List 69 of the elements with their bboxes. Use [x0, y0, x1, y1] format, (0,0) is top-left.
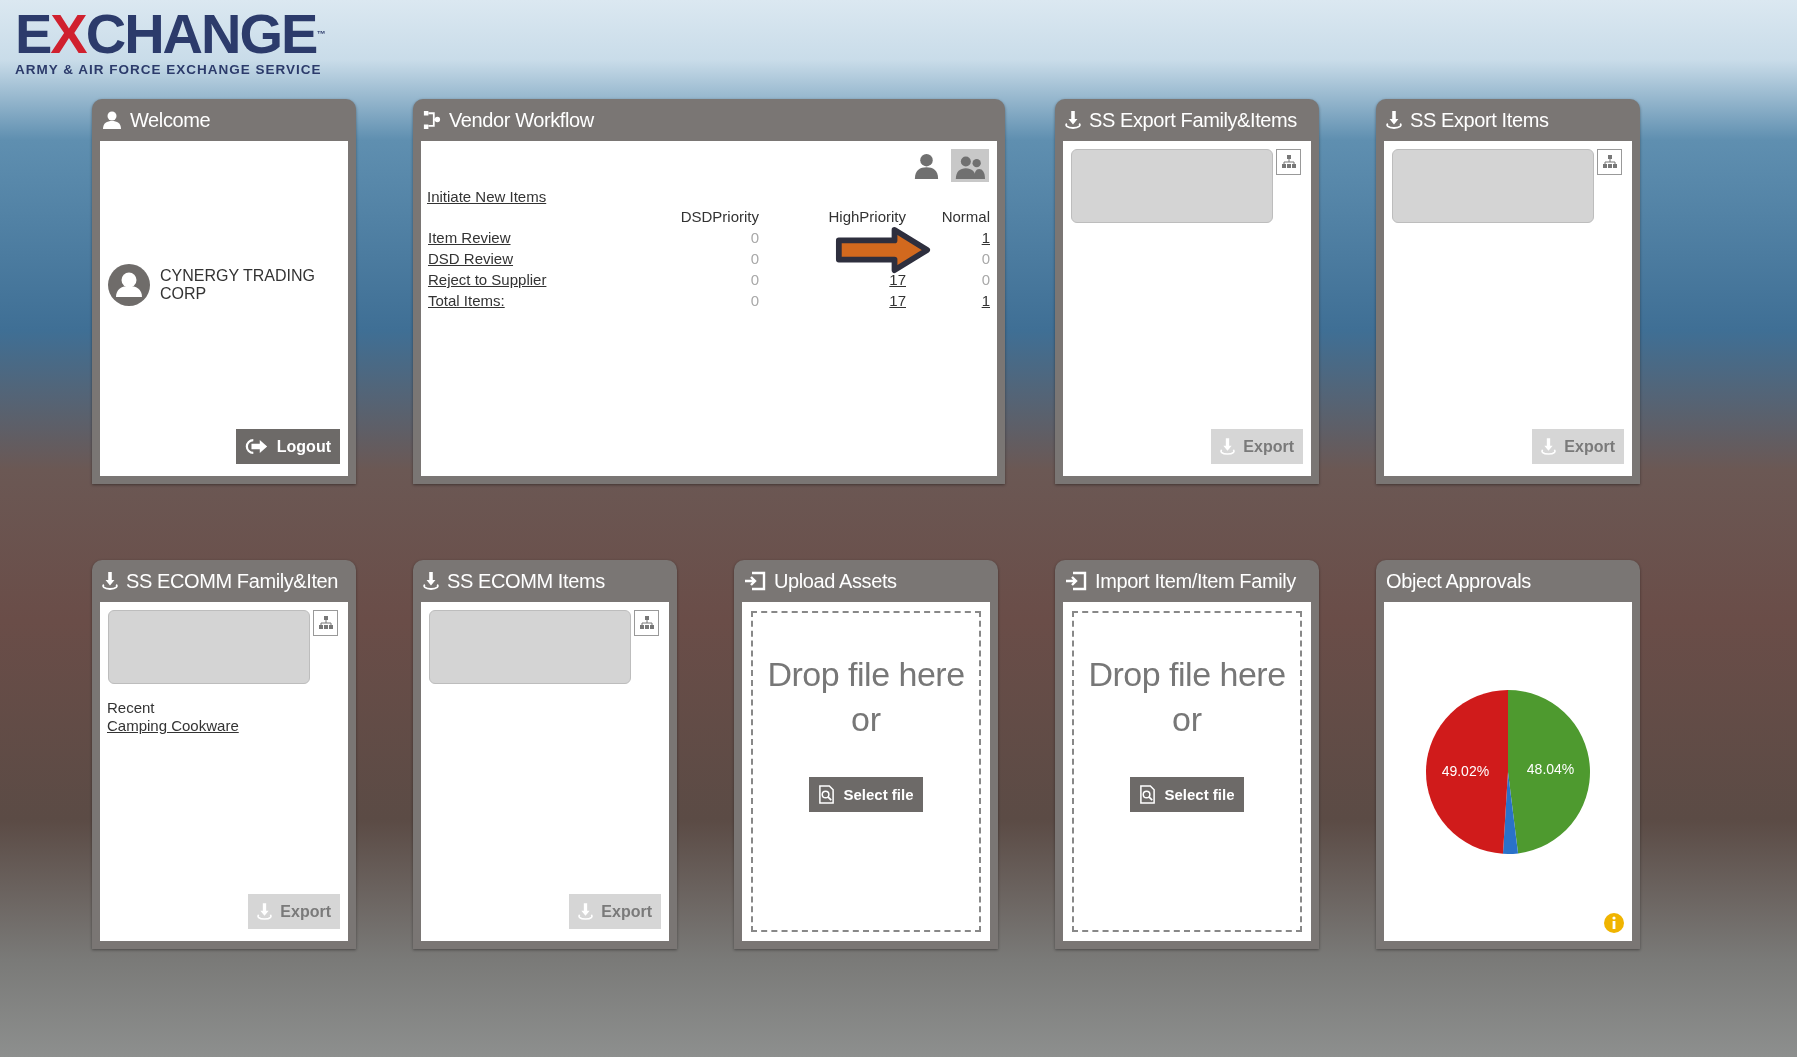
hierarchy-icon [1601, 154, 1618, 170]
drop-hint: Drop file here [1088, 655, 1286, 694]
count-link[interactable]: 17 [889, 271, 906, 288]
drop-hint: Drop file here [767, 655, 965, 694]
or-label: or [850, 700, 882, 739]
select-file-button[interactable]: Select file [1130, 777, 1244, 812]
widget-title: Upload Assets [774, 569, 897, 593]
user-name: CYNERGY TRADING CORP [160, 267, 316, 303]
count-link[interactable]: 1 [981, 229, 990, 246]
widget-title: SS Export Family&Items [1089, 108, 1297, 132]
avatar-icon [108, 264, 150, 306]
count-value: 0 [750, 229, 759, 246]
download-icon [1386, 110, 1402, 130]
download-icon [102, 571, 118, 591]
column-header: HighPriority [828, 208, 906, 225]
or-label: or [1171, 700, 1203, 739]
download-icon [1220, 437, 1236, 456]
widget-title: Import Item/Item Family [1095, 569, 1296, 593]
logout-icon [244, 437, 269, 456]
group-view-toggle[interactable] [951, 149, 989, 182]
widget-title: SS Export Items [1410, 108, 1549, 132]
download-icon [257, 902, 273, 921]
hierarchy-button[interactable] [1276, 149, 1301, 175]
file-drop-zone[interactable]: Drop file here or Select file [751, 611, 981, 932]
import-icon [1065, 571, 1087, 591]
count-value: 0 [750, 250, 759, 267]
count-link[interactable]: 17 [889, 292, 906, 309]
file-search-icon [1139, 785, 1157, 804]
download-icon [578, 902, 594, 921]
widget-title: Object Approvals [1386, 569, 1531, 593]
slice-label: 49.02% [1441, 762, 1490, 779]
select-file-button[interactable]: Select file [809, 777, 923, 812]
workflow-icon [423, 110, 441, 130]
workflow-link[interactable]: Item Review [428, 229, 511, 246]
column-header: Normal [941, 208, 990, 225]
download-icon [423, 571, 439, 591]
logo-tagline: ARMY & AIR FORCE EXCHANGE SERVICE [15, 62, 322, 77]
recent-label: Recent [106, 698, 156, 717]
recent-item-link[interactable]: Camping Cookware [107, 717, 239, 734]
count-link[interactable]: 1 [981, 292, 990, 309]
workflow-link[interactable]: Total Items: [428, 292, 505, 309]
download-icon [1065, 110, 1081, 130]
count-value: 0 [750, 271, 759, 288]
file-drop-zone[interactable]: Drop file here or Select file [1072, 611, 1302, 932]
file-search-icon [818, 785, 836, 804]
widget-title: SS ECOMM Items [447, 569, 605, 593]
workflow-link[interactable]: Reject to Supplier [428, 271, 547, 288]
person-icon [102, 110, 122, 130]
hierarchy-icon [638, 615, 655, 631]
hierarchy-icon [317, 615, 334, 631]
count-value: 0 [981, 271, 990, 288]
widget-title: Vendor Workflow [449, 108, 594, 132]
count-value: 0 [981, 250, 990, 267]
hierarchy-button[interactable] [634, 610, 659, 636]
import-icon [744, 571, 766, 591]
slice-label: 48.04% [1526, 760, 1575, 777]
column-header: DSDPriority [680, 208, 759, 225]
hierarchy-button[interactable] [313, 610, 338, 636]
count-value: 0 [750, 292, 759, 309]
widget-title: SS ECOMM Family&Iten [126, 569, 339, 593]
workflow-link[interactable]: DSD Review [428, 250, 514, 267]
logo-wordmark: EXCHANGE™ [15, 8, 326, 60]
hierarchy-button[interactable] [1597, 149, 1622, 175]
widget-title: Welcome [130, 108, 211, 132]
info-icon[interactable] [1604, 913, 1624, 933]
initiate-link[interactable]: Initiate New Items [427, 188, 547, 205]
download-icon [1541, 437, 1557, 456]
logout-button[interactable]: Logout [235, 429, 340, 464]
hierarchy-icon [1280, 154, 1297, 170]
